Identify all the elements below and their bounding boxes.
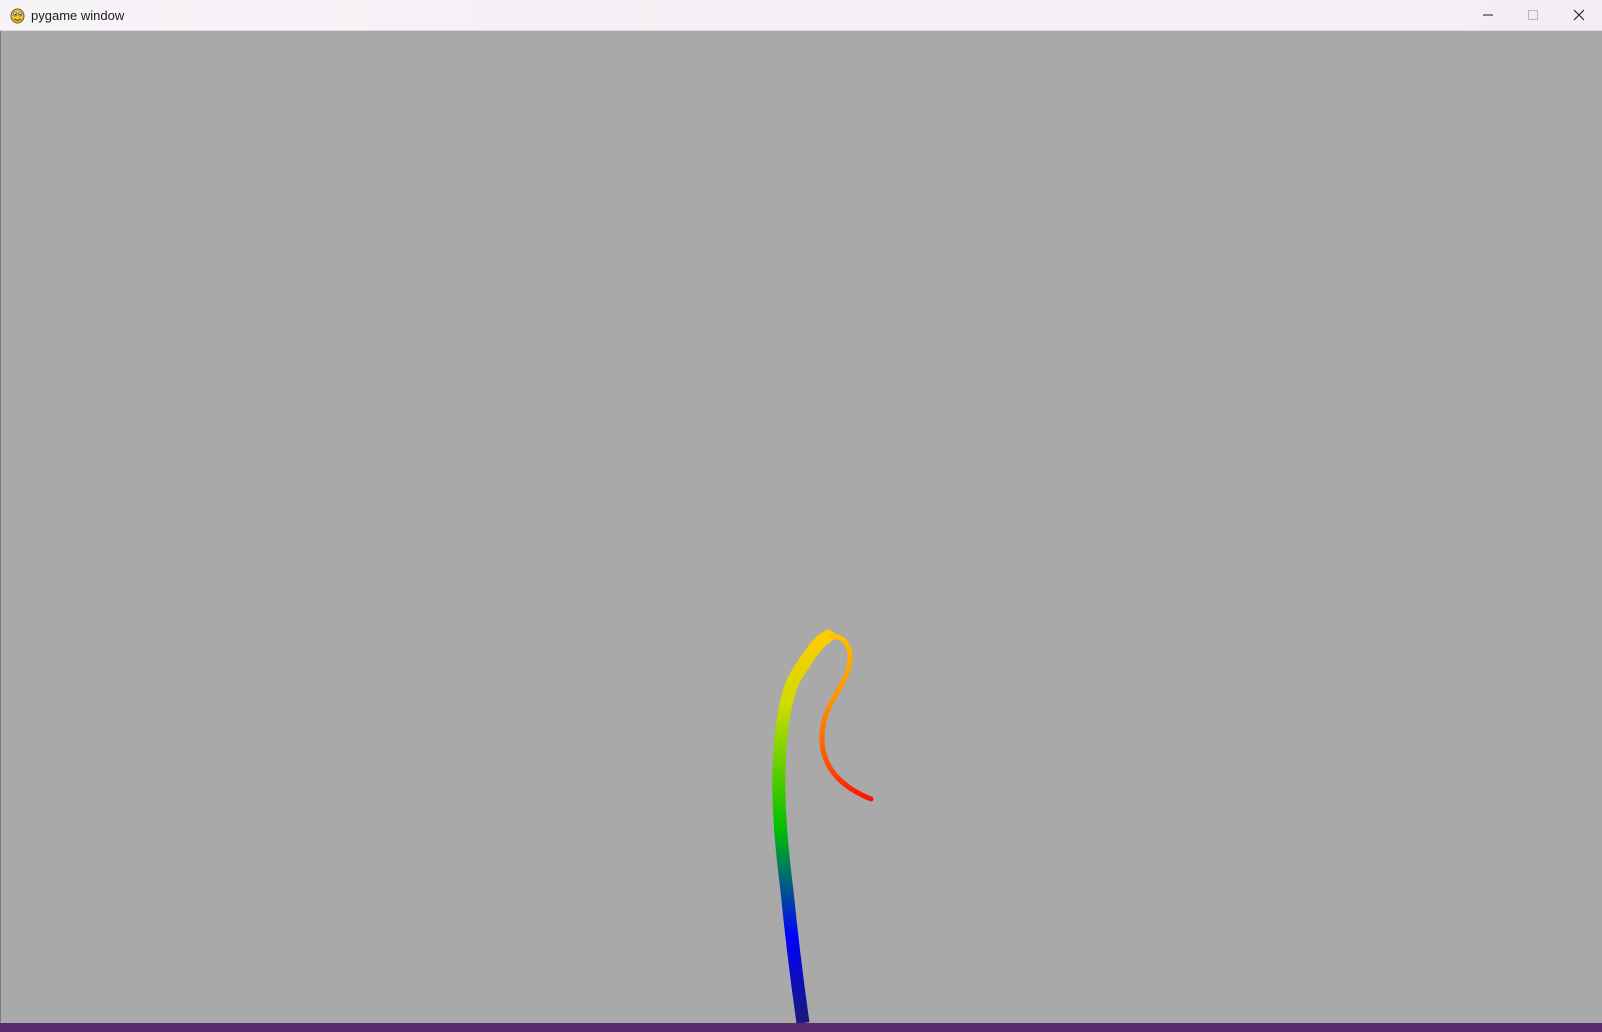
title-bar[interactable]: pygame window	[0, 0, 1602, 31]
taskbar-edge	[0, 1023, 1602, 1032]
close-button[interactable]	[1556, 0, 1602, 30]
minimize-icon	[1483, 14, 1493, 16]
rainbow-tentacle	[772, 629, 874, 1023]
pygame-window: pygame window	[0, 0, 1602, 1032]
close-icon	[1573, 9, 1585, 21]
maximize-icon	[1528, 10, 1538, 20]
tentacle-tip	[819, 633, 874, 802]
maximize-button[interactable]	[1510, 0, 1556, 30]
game-canvas[interactable]	[1, 31, 1602, 1023]
minimize-button[interactable]	[1465, 0, 1511, 30]
window-title: pygame window	[31, 8, 125, 23]
pygame-snake-icon	[10, 8, 25, 24]
tentacle-upper	[774, 631, 836, 896]
